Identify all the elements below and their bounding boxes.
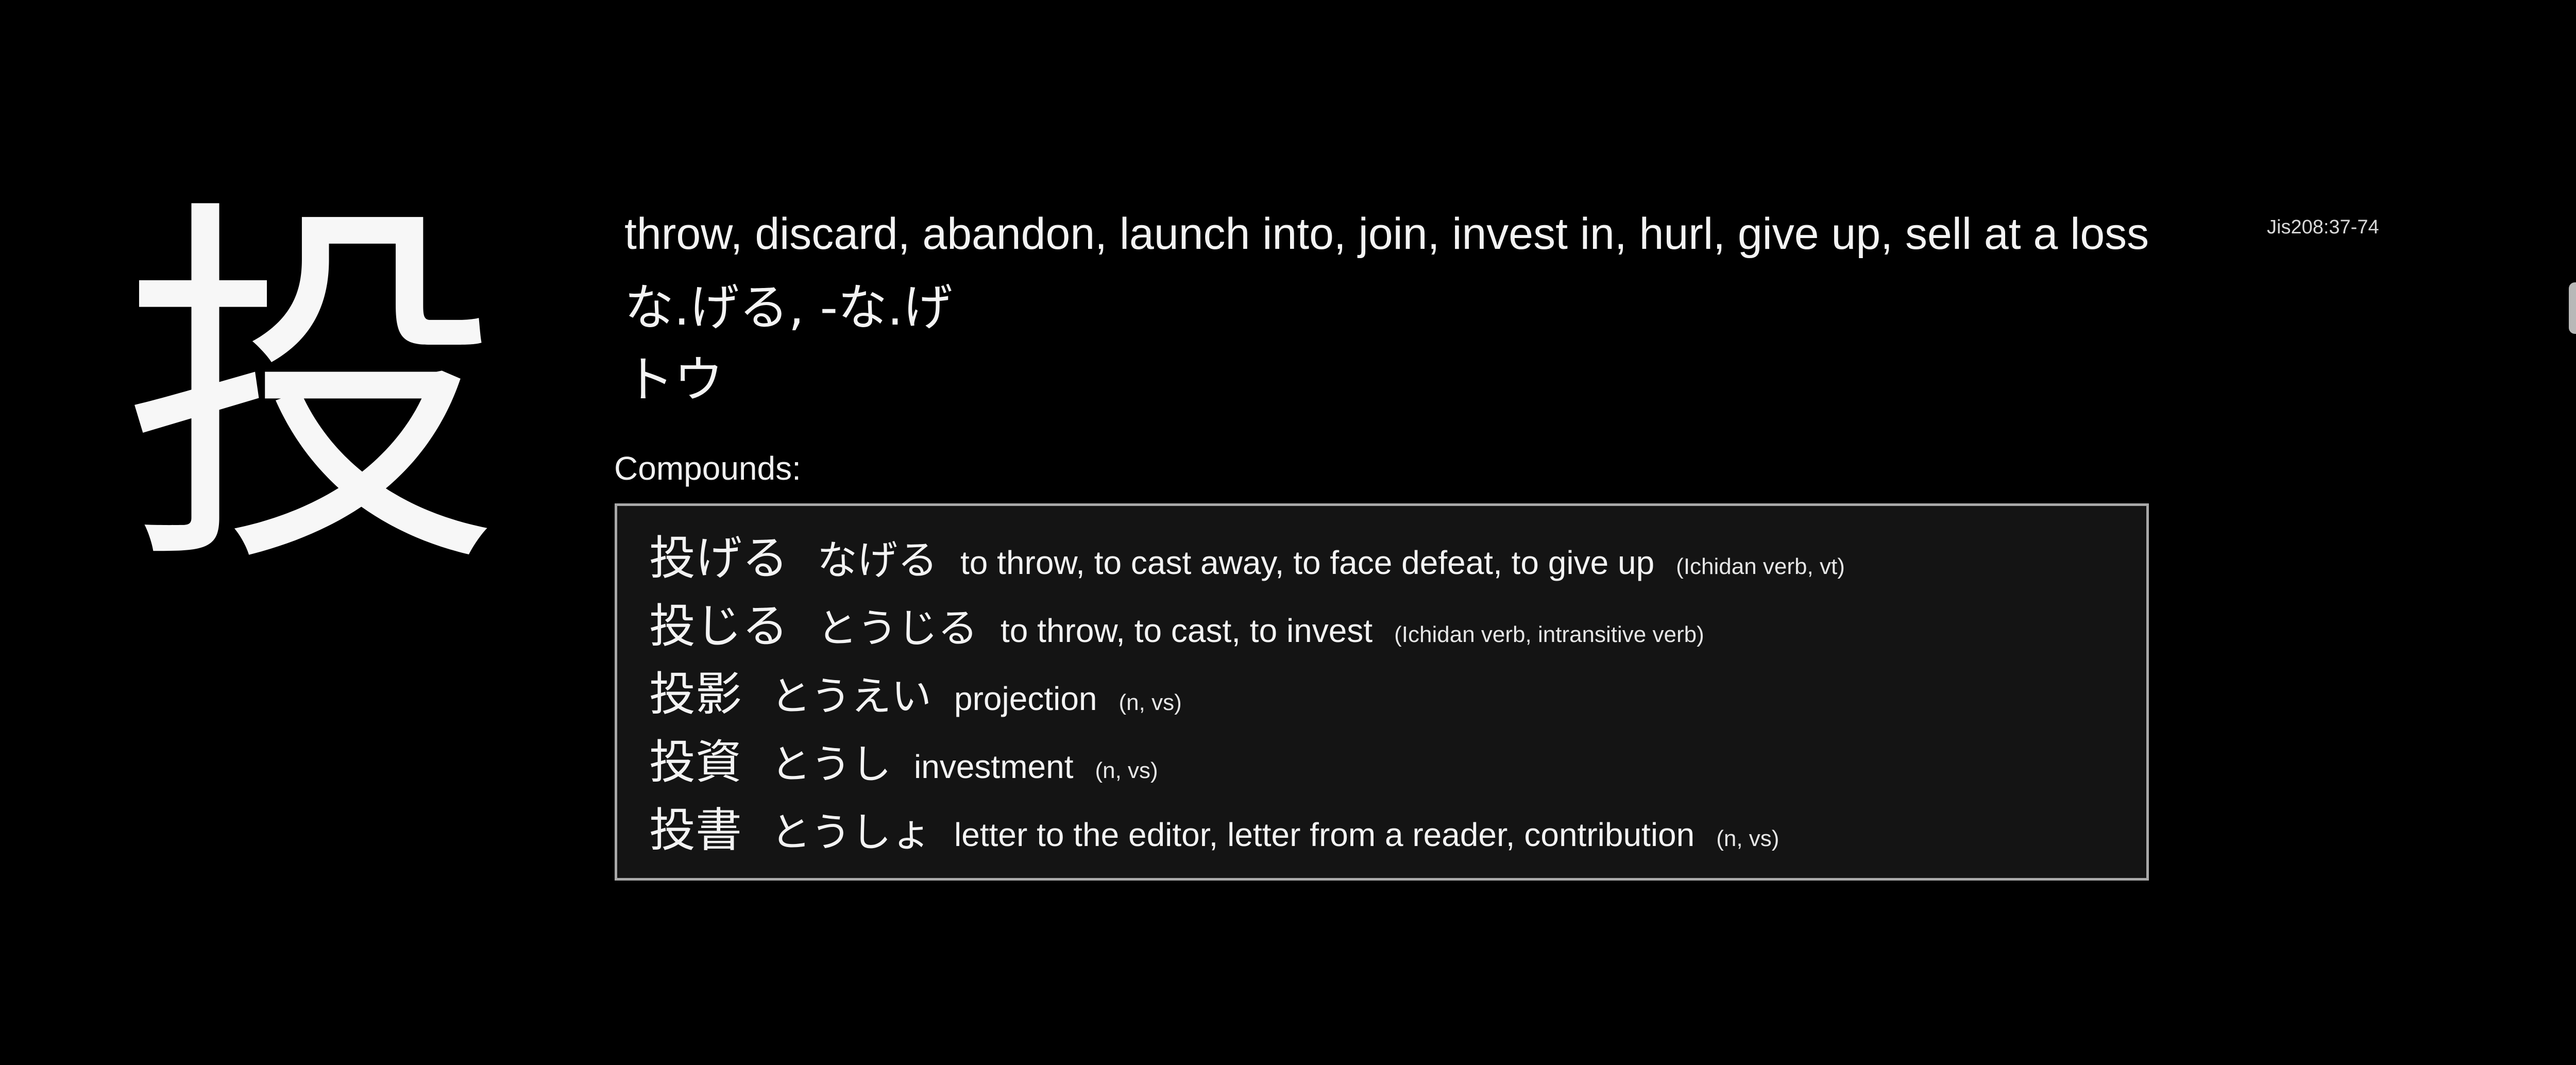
compound-meaning: to throw, to cast away, to face defeat, … bbox=[960, 544, 1655, 581]
on-readings: トウ bbox=[624, 351, 723, 409]
compound-reading: とうしょ bbox=[771, 809, 932, 856]
kanji-meanings: throw, discard, abandon, launch into, jo… bbox=[624, 209, 2149, 259]
compounds-label: Compounds: bbox=[614, 450, 801, 487]
compound-row: 投資 とうし investment (n, vs) bbox=[649, 724, 1158, 789]
compound-meaning: investment bbox=[914, 748, 1074, 785]
compound-row: 投げる なげる to throw, to cast away, to face … bbox=[649, 520, 1845, 585]
compound-word: 投書 bbox=[649, 803, 742, 857]
compound-meaning: letter to the editor, letter from a read… bbox=[954, 816, 1695, 853]
compound-row: 投じる とうじる to throw, to cast, to invest (I… bbox=[649, 588, 1704, 653]
kanji-character: 投 bbox=[122, 170, 503, 614]
compound-part-of-speech: (n, vs) bbox=[1095, 758, 1158, 783]
compound-part-of-speech: (n, vs) bbox=[1716, 826, 1780, 851]
compound-word: 投じる bbox=[649, 599, 788, 653]
compound-part-of-speech: (Ichidan verb, intransitive verb) bbox=[1394, 622, 1704, 647]
compound-part-of-speech: (n, vs) bbox=[1118, 690, 1182, 715]
scrollbar-handle[interactable] bbox=[2569, 282, 2576, 334]
compound-meaning: to throw, to cast, to invest bbox=[1001, 612, 1373, 649]
compound-reading: とうじる bbox=[817, 605, 978, 652]
compound-reading: とうし bbox=[771, 741, 892, 788]
compound-meaning: projection bbox=[954, 680, 1097, 717]
compound-row: 投影 とうえい projection (n, vs) bbox=[649, 656, 1182, 721]
compound-row: 投書 とうしょ letter to the editor, letter fro… bbox=[649, 792, 1780, 857]
compounds-list: 投げる なげる to throw, to cast away, to face … bbox=[615, 503, 2149, 881]
compound-word: 投影 bbox=[649, 667, 742, 721]
compound-word: 投資 bbox=[649, 735, 742, 789]
jis-code: Jis208:37-74 bbox=[2267, 216, 2379, 238]
compound-part-of-speech: (Ichidan verb, vt) bbox=[1676, 554, 1845, 579]
kun-readings: な.げる, -な.げ bbox=[624, 279, 953, 336]
compound-reading: なげる bbox=[817, 537, 938, 584]
compound-word: 投げる bbox=[649, 531, 788, 585]
compound-reading: とうえい bbox=[771, 673, 932, 720]
